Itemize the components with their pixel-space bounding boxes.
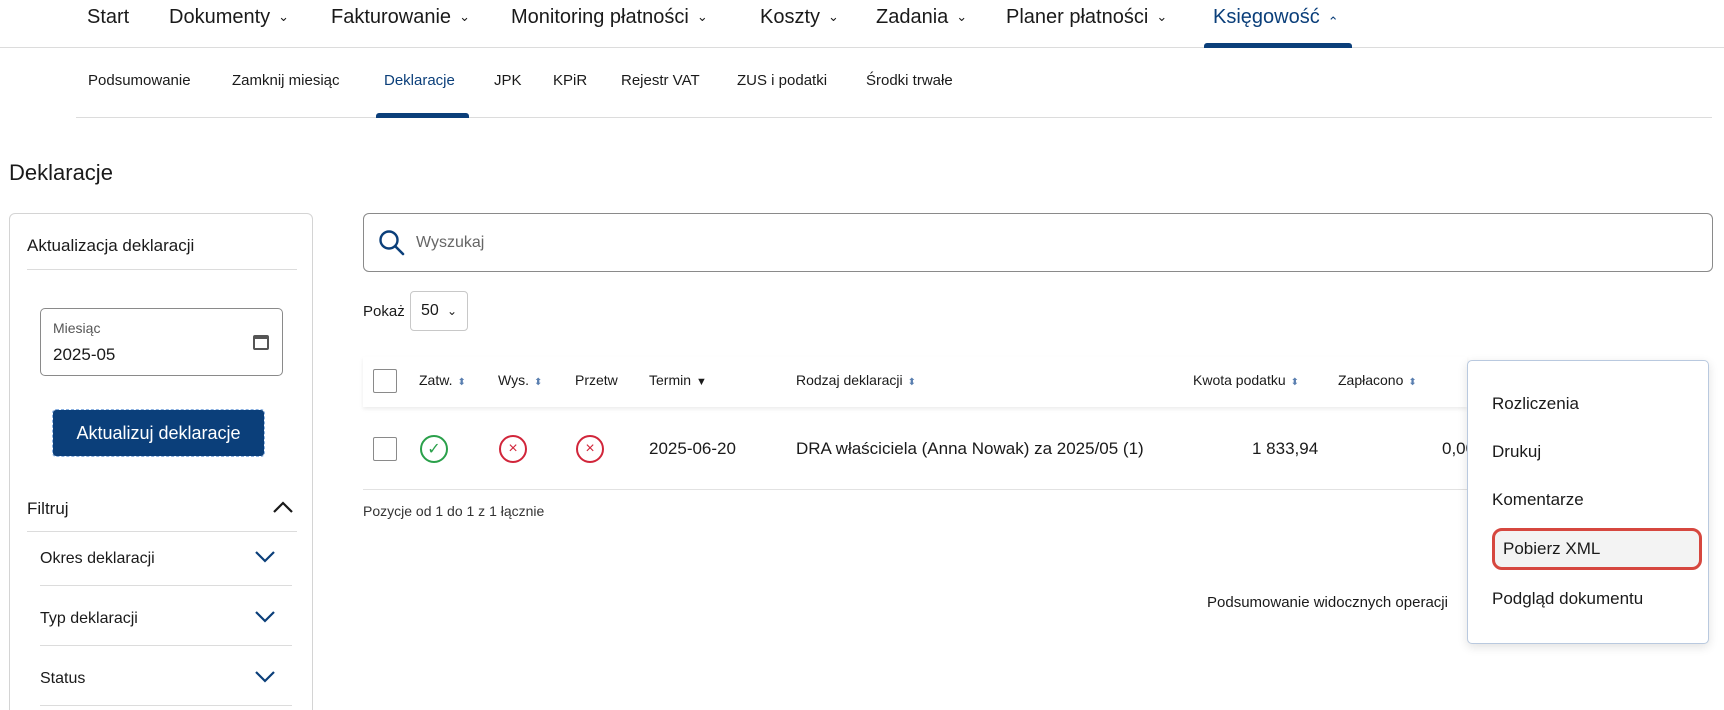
visible-summary-label: Podsumowanie widocznych operacji (1207, 594, 1448, 611)
sort-desc-icon: ▼ (696, 376, 707, 388)
nav-monitoring-label: Monitoring płatności (511, 6, 689, 28)
nav-zadania-label: Zadania (876, 6, 949, 28)
nav-ksiegowosc-label: Księgowość (1213, 6, 1320, 28)
table-row[interactable]: ✓ × × 2025-06-20 DRA właściciela (Anna N… (363, 424, 1475, 490)
tab-zus-podatki[interactable]: ZUS i podatki (737, 72, 827, 89)
filter-okres[interactable]: Okres deklaracji (40, 532, 292, 586)
col-wys-label: Wys. (498, 372, 529, 388)
filter-header[interactable]: Filtruj (27, 499, 69, 519)
nav-planer[interactable]: Planer płatności ⌄ (1006, 6, 1167, 29)
menu-item-podglad-dokumentu[interactable]: Podgląd dokumentu (1492, 589, 1643, 609)
tab-srodki-trwale[interactable]: Środki trwałe (866, 72, 953, 89)
divider (27, 269, 297, 270)
cell-termin: 2025-06-20 (649, 439, 736, 458)
chevron-down-icon: ⌄ (446, 304, 457, 318)
month-field[interactable]: Miesiąc 2025-05 (40, 308, 283, 376)
tab-deklaracje[interactable]: Deklaracje (384, 72, 455, 89)
filter-typ-label: Typ deklaracji (40, 610, 138, 627)
row-context-menu: Rozliczenia Drukuj Komentarze Pobierz XM… (1467, 360, 1709, 644)
menu-item-drukuj[interactable]: Drukuj (1492, 442, 1541, 462)
filter-typ[interactable]: Typ deklaracji (40, 592, 292, 646)
show-label: Pokaż (363, 303, 405, 320)
month-label: Miesiąc (53, 320, 101, 336)
search-icon (379, 230, 405, 256)
select-all-checkbox[interactable] (373, 369, 397, 393)
filter-status[interactable]: Status (40, 652, 292, 706)
col-przetw[interactable]: Przetw (575, 372, 618, 388)
nav-zadania[interactable]: Zadania ⌄ (876, 6, 967, 29)
month-value: 2025-05 (53, 345, 116, 364)
nav-dokumenty[interactable]: Dokumenty ⌄ (169, 6, 289, 29)
page-size-value: 50 (421, 302, 439, 319)
sort-icon: ⬍ (457, 377, 466, 388)
update-declarations-button[interactable]: Aktualizuj deklaracje (52, 409, 265, 457)
approved-check-icon: ✓ (420, 435, 448, 463)
chevron-up-icon[interactable] (272, 500, 294, 514)
nav-fakturowanie-label: Fakturowanie (331, 6, 452, 28)
col-zaplacono-label: Zapłacono (1338, 372, 1404, 388)
tab-kpir[interactable]: KPiR (553, 72, 587, 89)
tab-rejestr-vat[interactable]: Rejestr VAT (621, 72, 700, 89)
chevron-down-icon: ⌄ (459, 9, 470, 24)
processed-x-icon: × (576, 435, 604, 463)
nav-koszty[interactable]: Koszty ⌄ (760, 6, 839, 29)
main-nav: Start Dokumenty ⌄ Fakturowanie ⌄ Monitorin… (0, 0, 1724, 48)
nav-start-label: Start (87, 6, 130, 28)
search-input[interactable]: Wyszukaj (363, 213, 1713, 272)
menu-item-rozliczenia[interactable]: Rozliczenia (1492, 394, 1579, 414)
nav-ksiegowosc[interactable]: Księgowość ⌃ (1213, 6, 1339, 29)
chevron-down-icon: ⌄ (278, 9, 290, 24)
col-zatw-label: Zatw. (419, 372, 453, 388)
chevron-down-icon (255, 671, 275, 683)
chevron-down-icon: ⌄ (1156, 9, 1168, 24)
calendar-icon[interactable] (253, 335, 269, 350)
menu-item-komentarze[interactable]: Komentarze (1492, 490, 1584, 510)
menu-item-pobierz-xml[interactable]: Pobierz XML (1503, 539, 1600, 559)
page-size-select[interactable]: 50 ⌄ (410, 291, 468, 331)
tab-podsumowanie[interactable]: Podsumowanie (88, 72, 191, 89)
nav-monitoring[interactable]: Monitoring płatności ⌄ (511, 6, 708, 29)
col-kwota-label: Kwota podatku (1193, 372, 1286, 388)
col-termin-label: Termin (649, 372, 692, 388)
sort-icon: ⬍ (533, 377, 543, 388)
cell-rodzaj[interactable]: DRA właściciela (Anna Nowak) za 2025/05 … (796, 439, 1144, 459)
chevron-down-icon: ⌄ (828, 9, 839, 24)
declarations-side-panel: Aktualizacja deklaracji Miesiąc 2025-05 … (9, 213, 313, 710)
tab-zamknij-miesiac[interactable]: Zamknij miesiąc (232, 72, 340, 89)
tab-jpk[interactable]: JPK (494, 72, 522, 89)
chevron-down-icon: ⌄ (696, 9, 708, 24)
col-rodzaj[interactable]: Rodzaj deklaracji ⬍ (796, 372, 916, 388)
filter-okres-label: Okres deklaracji (40, 550, 155, 567)
panel-title: Aktualizacja deklaracji (27, 236, 195, 255)
table-header: Zatw. ⬍ Wys. ⬍ Przetw Termin ▼ Rodzaj dekla… (363, 357, 1467, 407)
col-rodzaj-label: Rodzaj deklaracji (796, 372, 903, 388)
sort-icon: ⬍ (1290, 377, 1300, 388)
chevron-up-icon: ⌃ (1327, 14, 1339, 29)
nav-koszty-label: Koszty (760, 6, 821, 28)
col-zaplacono[interactable]: Zapłacono ⬍ (1338, 372, 1417, 388)
nav-planer-label: Planer płatności (1006, 6, 1149, 28)
chevron-down-icon (255, 611, 275, 623)
sent-x-icon: × (499, 435, 527, 463)
nav-start[interactable]: Start (87, 6, 129, 29)
filter-status-label: Status (40, 670, 86, 687)
chevron-down-icon: ⌄ (956, 9, 968, 24)
sort-icon: ⬍ (907, 377, 916, 388)
sub-nav: Podsumowanie Zamknij miesiąc Deklaracje … (76, 48, 1712, 118)
col-wys[interactable]: Wys. ⬍ (498, 372, 542, 388)
active-tab-indicator (376, 113, 469, 118)
positions-info: Pozycje od 1 do 1 z 1 łącznie (363, 503, 545, 519)
col-zatw[interactable]: Zatw. ⬍ (419, 372, 466, 388)
page-title: Deklaracje (9, 160, 113, 185)
cell-kwota: 1 833,94 (1252, 439, 1319, 458)
col-termin[interactable]: Termin ▼ (649, 372, 707, 388)
col-kwota[interactable]: Kwota podatku ⬍ (1193, 372, 1299, 388)
sort-icon: ⬍ (1408, 377, 1417, 388)
nav-fakturowanie[interactable]: Fakturowanie ⌄ (331, 6, 470, 29)
chevron-down-icon (255, 551, 275, 563)
search-placeholder: Wyszukaj (416, 234, 485, 251)
row-checkbox[interactable] (373, 437, 397, 461)
nav-dokumenty-label: Dokumenty (169, 6, 271, 28)
